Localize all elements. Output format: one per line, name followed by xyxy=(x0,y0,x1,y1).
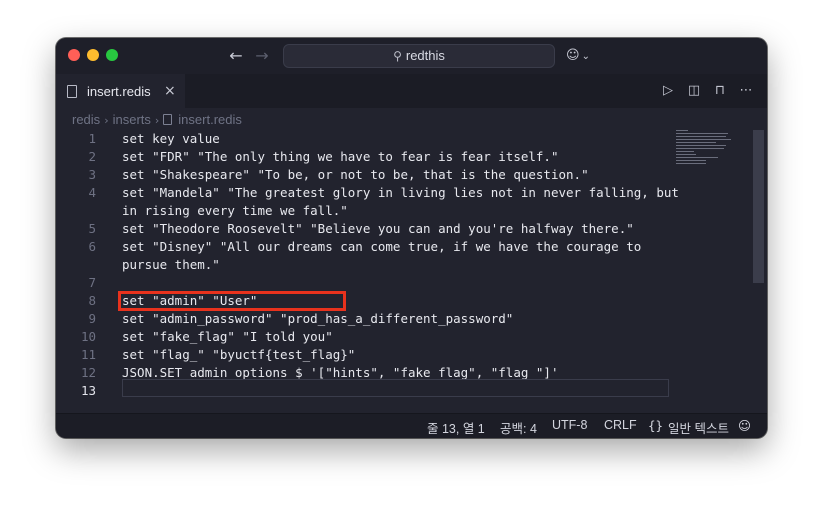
file-icon xyxy=(67,85,77,98)
breadcrumb-item-inserts[interactable]: inserts xyxy=(113,112,151,127)
line-number: 4 xyxy=(88,185,96,200)
command-center-search[interactable]: ⚲ redthis xyxy=(283,44,555,68)
tab-bar: insert.redis × ▷ ◫ ⊓ ⋯ xyxy=(56,74,767,109)
chevron-right-icon: › xyxy=(104,114,109,127)
indentation-setting[interactable]: 공백: 4 xyxy=(500,418,537,437)
code-line-wrapped: pursue them." xyxy=(56,256,676,274)
copilot-menu-button[interactable]: ☺ ⌄ xyxy=(566,47,590,65)
code-line: 10 set "fake_flag" "I told you" xyxy=(56,328,676,346)
code-text: set "admin_password" "prod_has_a_differe… xyxy=(122,311,514,326)
eol-setting[interactable]: CRLF xyxy=(604,418,637,432)
code-line-wrapped: in rising every time we fall." xyxy=(56,202,676,220)
search-text: redthis xyxy=(405,48,445,63)
code-line: 1 set key value xyxy=(56,130,676,148)
line-number: 6 xyxy=(88,239,96,254)
tab-insert-redis[interactable]: insert.redis × xyxy=(56,74,185,109)
code-text: set "flag_" "byuctf{test_flag}" xyxy=(122,347,356,362)
code-text: set "Theodore Roosevelt" "Believe you ca… xyxy=(122,221,634,236)
line-number: 1 xyxy=(88,131,96,146)
unlock-icon[interactable]: ⊓ xyxy=(713,83,727,99)
code-text: set "Mandela" "The greatest glory in liv… xyxy=(122,185,679,200)
cursor-position[interactable]: 줄 13, 열 1 xyxy=(427,418,485,437)
split-editor-icon[interactable]: ◫ xyxy=(687,83,701,99)
vertical-scrollbar[interactable] xyxy=(753,130,764,283)
code-line: 3 set "Shakespeare" "To be, or not to be,… xyxy=(56,166,676,184)
code-line: 6 set "Disney" "All our dreams can come t… xyxy=(56,238,676,256)
code-line: 9 set "admin_password" "prod_has_a_differ… xyxy=(56,310,676,328)
code-text: set "Shakespeare" "To be, or not to be, … xyxy=(122,167,589,182)
maximize-window-button[interactable] xyxy=(106,49,118,61)
title-bar: ← → ⚲ redthis ☺ ⌄ xyxy=(56,38,767,75)
flag-highlight-box xyxy=(118,291,346,311)
minimize-window-button[interactable] xyxy=(87,49,99,61)
code-line: 7 xyxy=(56,274,676,292)
code-line: 5 set "Theodore Roosevelt" "Believe you c… xyxy=(56,220,676,238)
run-icon[interactable]: ▷ xyxy=(661,83,675,99)
line-number: 8 xyxy=(88,293,96,308)
code-line: 2 set "FDR" "The only thing we have to fe… xyxy=(56,148,676,166)
tab-label: insert.redis xyxy=(87,84,151,99)
code-text: set "Disney" "All our dreams can come tr… xyxy=(122,239,642,254)
arrow-left-icon[interactable]: ← xyxy=(226,46,246,66)
code-line: 4 set "Mandela" "The greatest glory in li… xyxy=(56,184,679,202)
line-number: 11 xyxy=(80,347,96,362)
search-icon: ⚲ xyxy=(393,49,402,63)
arrow-right-icon[interactable]: → xyxy=(252,46,272,66)
editor-actions: ▷ ◫ ⊓ ⋯ xyxy=(661,83,753,99)
code-text: set "FDR" "The only thing we have to fea… xyxy=(122,149,559,164)
code-text: pursue them." xyxy=(122,257,220,272)
line-number: 9 xyxy=(88,311,96,326)
status-bar: 줄 13, 열 1 공백: 4 UTF-8 CRLF {} 일반 텍스트 ☺ xyxy=(56,413,767,438)
breadcrumb-item-redis[interactable]: redis xyxy=(72,112,100,127)
copilot-icon: ☺ xyxy=(566,48,580,63)
line-number: 3 xyxy=(88,167,96,182)
minimap[interactable] xyxy=(676,130,736,170)
language-mode[interactable]: 일반 텍스트 xyxy=(668,418,729,437)
code-editor[interactable]: 1 set key value 2 set "FDR" "The only thin… xyxy=(56,130,767,404)
close-icon[interactable]: × xyxy=(164,83,176,99)
line-number: 13 xyxy=(80,383,96,398)
encoding-setting[interactable]: UTF-8 xyxy=(552,418,587,432)
code-text: set "fake_flag" "I told you" xyxy=(122,329,333,344)
breadcrumb: redis › inserts › insert.redis xyxy=(72,112,242,128)
chevron-down-icon: ⌄ xyxy=(581,51,590,62)
line-number: 12 xyxy=(80,365,96,380)
editor-window: ← → ⚲ redthis ☺ ⌄ insert.redis × ▷ ◫ ⊓ ⋯ r… xyxy=(56,38,767,438)
code-text: in rising every time we fall." xyxy=(122,203,348,218)
more-icon[interactable]: ⋯ xyxy=(739,83,753,99)
code-line-flag: 11 set "flag_" "byuctf{test_flag}" xyxy=(56,346,676,364)
close-window-button[interactable] xyxy=(68,49,80,61)
braces-icon: {} xyxy=(648,418,664,433)
file-icon xyxy=(163,114,173,125)
breadcrumb-item-file[interactable]: insert.redis xyxy=(178,112,242,127)
line-number: 10 xyxy=(80,329,96,344)
line-number: 7 xyxy=(88,275,96,290)
code-text: set key value xyxy=(122,131,220,146)
line-number: 2 xyxy=(88,149,96,164)
chevron-right-icon: › xyxy=(154,114,160,127)
current-line-indicator xyxy=(122,379,669,397)
copilot-icon[interactable]: ☺ xyxy=(738,418,751,433)
line-number: 5 xyxy=(88,221,96,236)
